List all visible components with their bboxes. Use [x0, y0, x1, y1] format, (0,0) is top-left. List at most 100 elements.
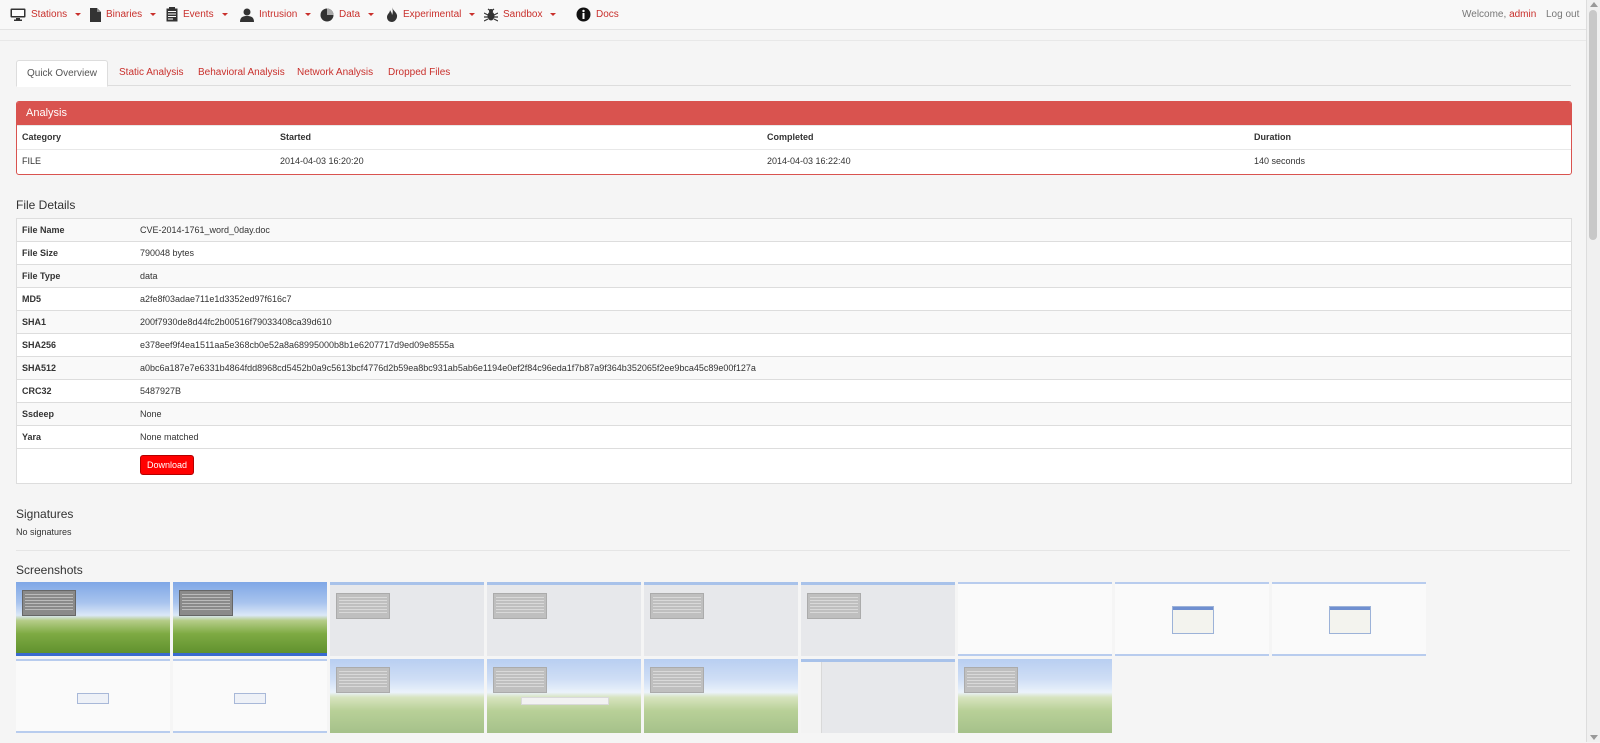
completed-value: 2014-04-03 16:22:40 — [767, 156, 851, 166]
row-key: SHA256 — [22, 340, 57, 350]
screenshots-title: Screenshots — [16, 563, 83, 577]
started-value: 2014-04-03 16:20:20 — [280, 156, 364, 166]
scroll-down-icon[interactable] — [1590, 735, 1598, 740]
scroll-up-icon[interactable] — [1590, 2, 1598, 7]
logout-link[interactable]: Log out — [1546, 0, 1579, 29]
main-content: Quick Overview Static Analysis Behaviora… — [0, 40, 1586, 743]
analysis-panel-title: Analysis — [17, 102, 1571, 125]
table-row: Yara None matched — [17, 425, 1571, 448]
row-value: a0bc6a187e7e6331b4864fdd8968cd5452b0a9c5… — [140, 363, 756, 373]
tab-behavioral-analysis[interactable]: Behavioral Analysis — [188, 60, 295, 85]
row-value: a2fe8f03adae711e1d3352ed97f616c7 — [140, 294, 292, 304]
table-row: Ssdeep None — [17, 402, 1571, 425]
chevron-down-icon — [469, 13, 476, 16]
table-row: File Size 790048 bytes — [17, 241, 1571, 264]
chevron-down-icon — [368, 13, 375, 16]
row-key: MD5 — [22, 294, 42, 304]
section-divider — [16, 550, 1570, 551]
category-value: FILE — [22, 156, 42, 166]
nav-docs[interactable]: Docs — [576, 0, 619, 29]
username-link[interactable]: admin — [1509, 9, 1536, 20]
table-row: CRC32 5487927B — [17, 379, 1571, 402]
fire-icon — [386, 7, 398, 22]
tab-static-analysis[interactable]: Static Analysis — [109, 60, 193, 85]
download-button[interactable]: Download — [140, 455, 194, 475]
nav-sandbox[interactable]: Sandbox — [484, 0, 557, 29]
desktop-thumbnail[interactable] — [487, 582, 641, 656]
row-value: 5487927B — [140, 386, 182, 396]
scroll-thumb[interactable] — [1589, 10, 1597, 240]
download-row: Download — [17, 448, 1571, 483]
row-key: CRC32 — [22, 386, 52, 396]
nav-data-label: Data — [339, 9, 361, 20]
blank-thumbnail[interactable] — [173, 659, 327, 733]
clipboard-icon — [166, 7, 178, 22]
nav-sandbox-label: Sandbox — [503, 9, 543, 20]
analysis-header-row: Category Started Completed Duration — [17, 125, 1571, 149]
analysis-panel: Analysis Category Started Completed Dura… — [16, 101, 1572, 175]
row-key: SHA512 — [22, 363, 57, 373]
chevron-down-icon — [550, 13, 557, 16]
window-thumbnail[interactable] — [801, 659, 955, 733]
file-details-title: File Details — [16, 198, 76, 212]
table-row: SHA512 a0bc6a187e7e6331b4864fdd8968cd5452… — [17, 356, 1571, 379]
user-icon — [240, 8, 254, 22]
page-scrollbar[interactable] — [1586, 0, 1600, 742]
desktop-thumbnail[interactable] — [958, 659, 1112, 733]
nav-intrusion-label: Intrusion — [259, 9, 298, 20]
tab-quick-overview[interactable]: Quick Overview — [16, 60, 109, 87]
table-row: File Name CVE-2014-1761_word_0day.doc — [17, 219, 1571, 241]
table-row: MD5 a2fe8f03adae711e1d3352ed97f616c7 — [17, 287, 1571, 310]
nav-experimental-label: Experimental — [403, 9, 462, 20]
row-key: SHA1 — [22, 317, 47, 327]
blank-thumbnail[interactable] — [16, 659, 170, 733]
desktop-thumbnail[interactable] — [644, 659, 798, 733]
row-value: 790048 bytes — [140, 248, 195, 258]
monitor-icon — [10, 8, 26, 21]
col-category: Category — [22, 132, 62, 142]
desktop-thumbnail[interactable] — [801, 582, 955, 656]
nav-docs-label: Docs — [596, 9, 619, 20]
desktop-thumbnail[interactable] — [330, 659, 484, 733]
nav-stations[interactable]: Stations — [10, 0, 82, 29]
row-key: File Type — [22, 271, 61, 281]
duration-value: 140 seconds — [1254, 156, 1306, 166]
nav-data[interactable]: Data — [320, 0, 375, 29]
col-duration: Duration — [1254, 132, 1291, 142]
chevron-down-icon — [150, 13, 157, 16]
row-key: File Name — [22, 225, 65, 235]
row-value: None — [140, 409, 162, 419]
tab-dropped-files[interactable]: Dropped Files — [378, 60, 460, 85]
chevron-down-icon — [75, 13, 82, 16]
pie-chart-icon — [320, 8, 334, 22]
file-icon — [90, 7, 101, 22]
dialog-thumbnail[interactable] — [1272, 582, 1426, 656]
nav-binaries[interactable]: Binaries — [90, 0, 157, 29]
desktop-thumbnail[interactable] — [330, 582, 484, 656]
row-value: data — [140, 271, 158, 281]
nav-intrusion[interactable]: Intrusion — [240, 0, 312, 29]
logout-label: Log out — [1546, 9, 1580, 20]
desktop-thumbnail[interactable] — [173, 582, 327, 656]
blank-thumbnail[interactable] — [958, 582, 1112, 656]
analysis-tabs: Quick Overview Static Analysis Behaviora… — [16, 60, 1571, 87]
nav-events[interactable]: Events — [166, 0, 228, 29]
row-key: Yara — [22, 432, 42, 442]
nav-stations-label: Stations — [31, 9, 68, 20]
table-row: SHA256 e378eef9f4ea1511aa5e368cb0e52a8a68… — [17, 333, 1571, 356]
bug-icon — [484, 8, 498, 22]
nav-experimental[interactable]: Experimental — [386, 0, 476, 29]
welcome-text: Welcome, — [1462, 9, 1507, 20]
chevron-down-icon — [221, 13, 228, 16]
row-key: Ssdeep — [22, 409, 55, 419]
desktop-thumbnail[interactable] — [644, 582, 798, 656]
row-value: 200f7930de8d44fc2b00516f79033408ca39d610 — [140, 317, 332, 327]
tab-network-analysis[interactable]: Network Analysis — [287, 60, 383, 85]
top-navbar: Stations Binaries Events Intrusion Data … — [0, 0, 1586, 30]
desktop-thumbnail[interactable] — [16, 582, 170, 656]
no-signatures-text: No signatures — [16, 527, 72, 537]
desktop-thumbnail[interactable] — [487, 659, 641, 733]
info-icon — [576, 7, 591, 22]
welcome-area: Welcome, admin — [1462, 0, 1536, 29]
dialog-thumbnail[interactable] — [1115, 582, 1269, 656]
